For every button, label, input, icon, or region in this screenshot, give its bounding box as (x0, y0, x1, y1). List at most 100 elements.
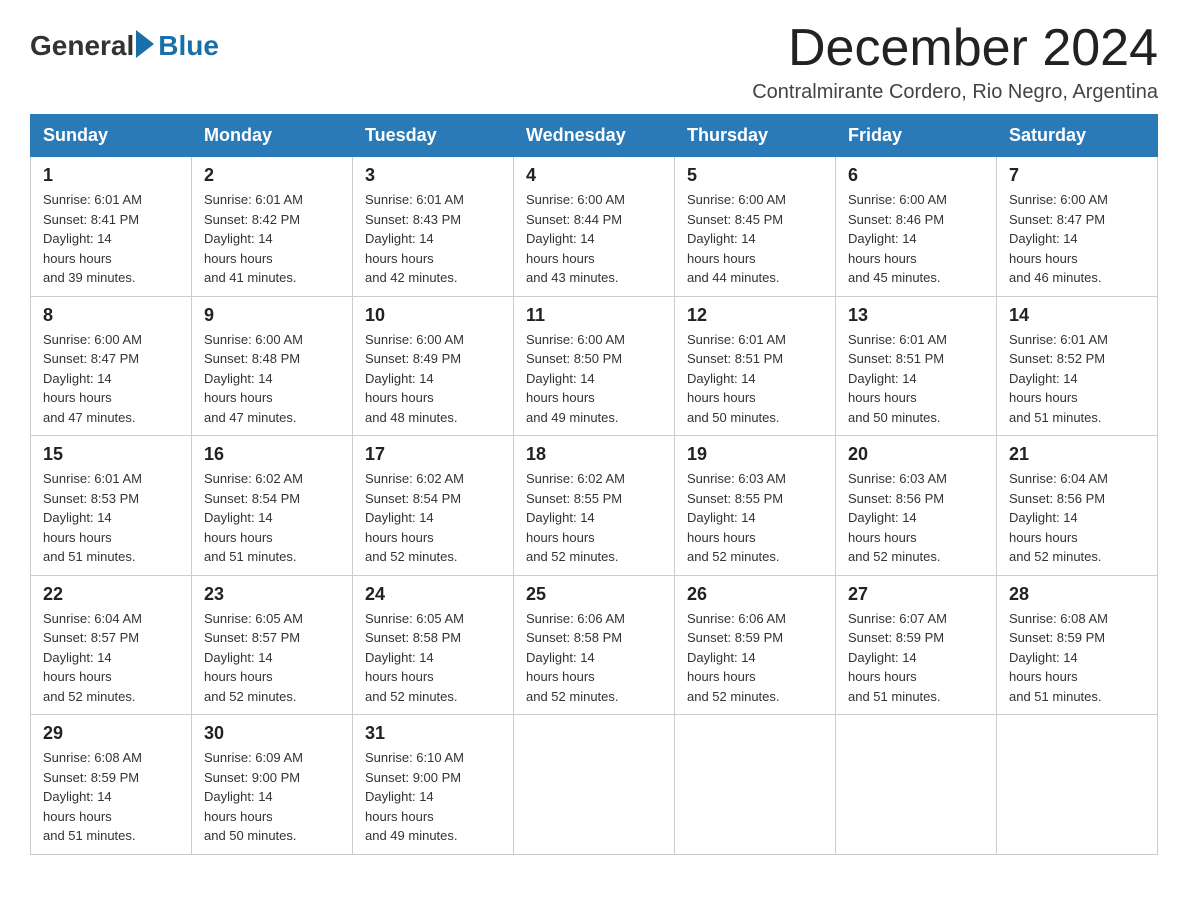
day-number: 30 (204, 723, 340, 744)
day-info: Sunrise: 6:01 AMSunset: 8:51 PMDaylight:… (848, 330, 984, 428)
day-info: Sunrise: 6:00 AMSunset: 8:48 PMDaylight:… (204, 330, 340, 428)
day-info: Sunrise: 6:00 AMSunset: 8:50 PMDaylight:… (526, 330, 662, 428)
day-number: 20 (848, 444, 984, 465)
day-info: Sunrise: 6:05 AMSunset: 8:58 PMDaylight:… (365, 609, 501, 707)
day-number: 27 (848, 584, 984, 605)
day-info: Sunrise: 6:00 AMSunset: 8:47 PMDaylight:… (1009, 190, 1145, 288)
calendar-day-cell: 5 Sunrise: 6:00 AMSunset: 8:45 PMDaylight… (675, 157, 836, 297)
day-number: 18 (526, 444, 662, 465)
weekday-header-tuesday: Tuesday (353, 115, 514, 157)
calendar-day-cell: 8 Sunrise: 6:00 AMSunset: 8:47 PMDaylight… (31, 296, 192, 436)
calendar-day-cell (514, 715, 675, 855)
day-info: Sunrise: 6:00 AMSunset: 8:44 PMDaylight:… (526, 190, 662, 288)
day-number: 25 (526, 584, 662, 605)
calendar-day-cell: 9 Sunrise: 6:00 AMSunset: 8:48 PMDaylight… (192, 296, 353, 436)
day-info: Sunrise: 6:01 AMSunset: 8:43 PMDaylight:… (365, 190, 501, 288)
calendar-week-row: 15 Sunrise: 6:01 AMSunset: 8:53 PMDayligh… (31, 436, 1158, 576)
day-number: 16 (204, 444, 340, 465)
day-info: Sunrise: 6:00 AMSunset: 8:45 PMDaylight:… (687, 190, 823, 288)
day-info: Sunrise: 6:04 AMSunset: 8:57 PMDaylight:… (43, 609, 179, 707)
day-info: Sunrise: 6:01 AMSunset: 8:53 PMDaylight:… (43, 469, 179, 567)
day-info: Sunrise: 6:05 AMSunset: 8:57 PMDaylight:… (204, 609, 340, 707)
day-number: 26 (687, 584, 823, 605)
day-info: Sunrise: 6:03 AMSunset: 8:56 PMDaylight:… (848, 469, 984, 567)
calendar-day-cell: 4Sunrise: 6:00 AMSunset: 8:44 PMDaylight… (514, 157, 675, 297)
weekday-header-thursday: Thursday (675, 115, 836, 157)
calendar-day-cell: 30 Sunrise: 6:09 AMSunset: 9:00 PMDayligh… (192, 715, 353, 855)
day-number: 3 (365, 165, 501, 186)
logo-arrow-icon (136, 30, 154, 58)
day-number: 1 (43, 165, 179, 186)
day-number: 2 (204, 165, 340, 186)
day-number: 29 (43, 723, 179, 744)
calendar-day-cell: 29 Sunrise: 6:08 AMSunset: 8:59 PMDayligh… (31, 715, 192, 855)
day-number: 22 (43, 584, 179, 605)
day-number: 31 (365, 723, 501, 744)
calendar-day-cell (675, 715, 836, 855)
page-header: General Blue December 2024 Contralmirant… (30, 20, 1158, 104)
calendar-day-cell: 6Sunrise: 6:00 AMSunset: 8:46 PMDaylight… (836, 157, 997, 297)
day-number: 10 (365, 305, 501, 326)
day-info: Sunrise: 6:10 AMSunset: 9:00 PMDaylight:… (365, 748, 501, 846)
calendar-day-cell: 11 Sunrise: 6:00 AMSunset: 8:50 PMDayligh… (514, 296, 675, 436)
logo: General Blue (30, 30, 219, 62)
calendar-day-cell: 26Sunrise: 6:06 AMSunset: 8:59 PMDayligh… (675, 575, 836, 715)
calendar-week-row: 1 Sunrise: 6:01 AMSunset: 8:41 PMDaylight… (31, 157, 1158, 297)
calendar-day-cell: 18 Sunrise: 6:02 AMSunset: 8:55 PMDayligh… (514, 436, 675, 576)
calendar-day-cell (997, 715, 1158, 855)
calendar-week-row: 29 Sunrise: 6:08 AMSunset: 8:59 PMDayligh… (31, 715, 1158, 855)
calendar-day-cell: 3 Sunrise: 6:01 AMSunset: 8:43 PMDaylight… (353, 157, 514, 297)
day-info: Sunrise: 6:03 AMSunset: 8:55 PMDaylight:… (687, 469, 823, 567)
day-info: Sunrise: 6:00 AMSunset: 8:47 PMDaylight:… (43, 330, 179, 428)
calendar-day-cell: 23Sunrise: 6:05 AMSunset: 8:57 PMDayligh… (192, 575, 353, 715)
calendar-day-cell: 19 Sunrise: 6:03 AMSunset: 8:55 PMDayligh… (675, 436, 836, 576)
day-info: Sunrise: 6:09 AMSunset: 9:00 PMDaylight:… (204, 748, 340, 846)
calendar-day-cell: 27Sunrise: 6:07 AMSunset: 8:59 PMDayligh… (836, 575, 997, 715)
calendar-day-cell: 24Sunrise: 6:05 AMSunset: 8:58 PMDayligh… (353, 575, 514, 715)
weekday-header-sunday: Sunday (31, 115, 192, 157)
weekday-header-monday: Monday (192, 115, 353, 157)
calendar-week-row: 8 Sunrise: 6:00 AMSunset: 8:47 PMDaylight… (31, 296, 1158, 436)
calendar-day-cell: 31 Sunrise: 6:10 AMSunset: 9:00 PMDayligh… (353, 715, 514, 855)
calendar-day-cell: 14Sunrise: 6:01 AMSunset: 8:52 PMDayligh… (997, 296, 1158, 436)
calendar-day-cell: 25Sunrise: 6:06 AMSunset: 8:58 PMDayligh… (514, 575, 675, 715)
day-number: 15 (43, 444, 179, 465)
calendar-day-cell: 2Sunrise: 6:01 AMSunset: 8:42 PMDaylight… (192, 157, 353, 297)
calendar-day-cell: 1 Sunrise: 6:01 AMSunset: 8:41 PMDaylight… (31, 157, 192, 297)
day-number: 9 (204, 305, 340, 326)
calendar-day-cell (836, 715, 997, 855)
day-info: Sunrise: 6:08 AMSunset: 8:59 PMDaylight:… (43, 748, 179, 846)
calendar-day-cell: 15 Sunrise: 6:01 AMSunset: 8:53 PMDayligh… (31, 436, 192, 576)
month-title: December 2024 (752, 20, 1158, 77)
day-number: 13 (848, 305, 984, 326)
calendar-day-cell: 22 Sunrise: 6:04 AMSunset: 8:57 PMDayligh… (31, 575, 192, 715)
calendar-day-cell: 7 Sunrise: 6:00 AMSunset: 8:47 PMDaylight… (997, 157, 1158, 297)
day-info: Sunrise: 6:02 AMSunset: 8:55 PMDaylight:… (526, 469, 662, 567)
day-number: 17 (365, 444, 501, 465)
day-info: Sunrise: 6:00 AMSunset: 8:46 PMDaylight:… (848, 190, 984, 288)
title-area: December 2024 Contralmirante Cordero, Ri… (752, 20, 1158, 104)
day-number: 28 (1009, 584, 1145, 605)
day-info: Sunrise: 6:02 AMSunset: 8:54 PMDaylight:… (204, 469, 340, 567)
calendar-day-cell: 17 Sunrise: 6:02 AMSunset: 8:54 PMDayligh… (353, 436, 514, 576)
day-info: Sunrise: 6:04 AMSunset: 8:56 PMDaylight:… (1009, 469, 1145, 567)
day-number: 7 (1009, 165, 1145, 186)
day-number: 5 (687, 165, 823, 186)
calendar-day-cell: 13 Sunrise: 6:01 AMSunset: 8:51 PMDayligh… (836, 296, 997, 436)
day-number: 19 (687, 444, 823, 465)
day-number: 11 (526, 305, 662, 326)
calendar-day-cell: 28 Sunrise: 6:08 AMSunset: 8:59 PMDayligh… (997, 575, 1158, 715)
weekday-header-wednesday: Wednesday (514, 115, 675, 157)
day-info: Sunrise: 6:01 AMSunset: 8:52 PMDaylight:… (1009, 330, 1145, 428)
day-info: Sunrise: 6:00 AMSunset: 8:49 PMDaylight:… (365, 330, 501, 428)
logo-text-general: General (30, 30, 134, 62)
day-number: 12 (687, 305, 823, 326)
day-info: Sunrise: 6:02 AMSunset: 8:54 PMDaylight:… (365, 469, 501, 567)
calendar-week-row: 22 Sunrise: 6:04 AMSunset: 8:57 PMDayligh… (31, 575, 1158, 715)
calendar-table: SundayMondayTuesdayWednesdayThursdayFrid… (30, 114, 1158, 855)
calendar-day-cell: 20 Sunrise: 6:03 AMSunset: 8:56 PMDayligh… (836, 436, 997, 576)
logo-text-blue: Blue (158, 30, 219, 62)
day-number: 8 (43, 305, 179, 326)
day-info: Sunrise: 6:08 AMSunset: 8:59 PMDaylight:… (1009, 609, 1145, 707)
day-info: Sunrise: 6:01 AMSunset: 8:41 PMDaylight:… (43, 190, 179, 288)
